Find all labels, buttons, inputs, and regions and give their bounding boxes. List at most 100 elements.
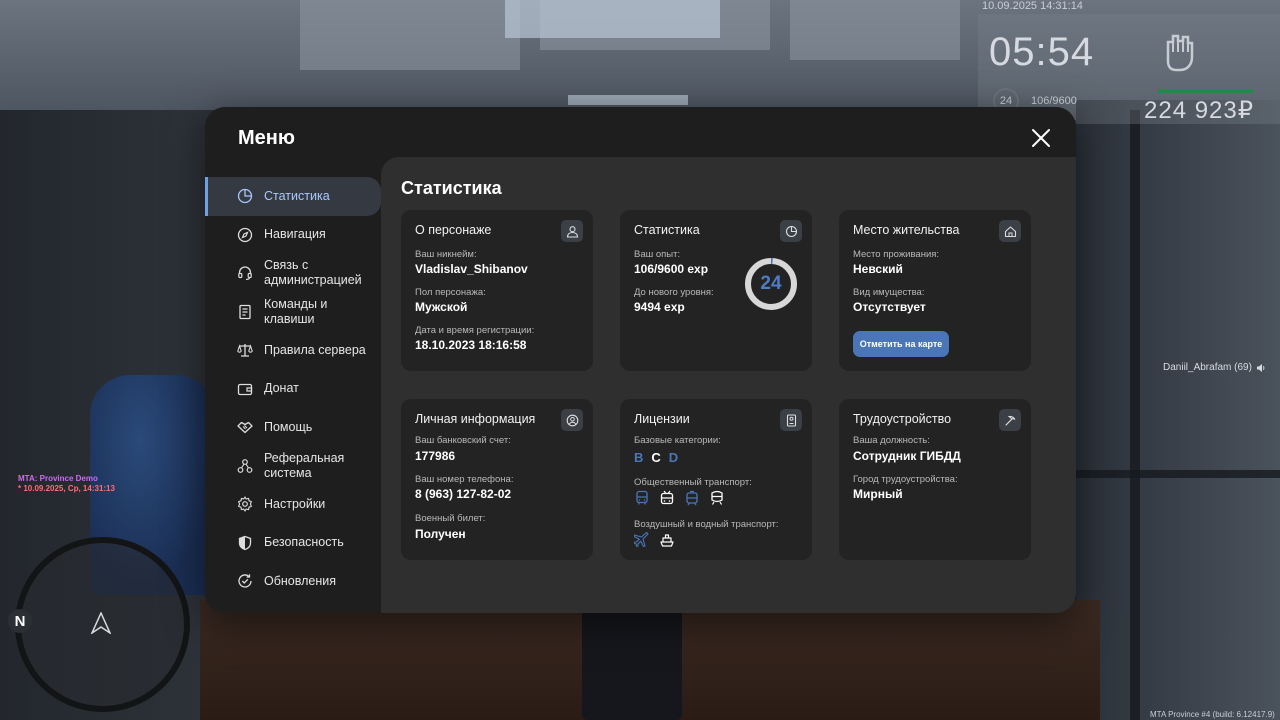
hud-clock: 05:54 — [989, 30, 1095, 74]
card-title: Место жительства — [853, 223, 960, 237]
sidebar-item-label: Статистика — [264, 188, 330, 203]
sidebar-item-navigation[interactable]: Навигация — [205, 216, 381, 255]
player-nametag: Daniil_Abrafam (69) — [1163, 362, 1266, 373]
server-datetime: * 10.09.2025, Ср, 14:31:13 — [18, 484, 115, 493]
gender-label: Пол персонажа: — [415, 287, 486, 298]
licenses-card: Лицензии Базовые категории: B C D Общест… — [620, 399, 812, 560]
sidebar-item-label: Навигация — [264, 227, 326, 242]
card-icon — [780, 220, 802, 242]
hud-datetime: 10.09.2025 14:31:14 — [982, 0, 1083, 12]
pickaxe-icon — [1004, 415, 1015, 426]
license-category-d: D — [668, 450, 679, 465]
stats-card: Статистика Ваш опыт: 106/9600 exp До нов… — [620, 210, 812, 371]
minimap-north: N — [8, 609, 32, 633]
employment-card: Трудоустройство Ваша должность: Сотрудни… — [839, 399, 1031, 560]
bank-account-value: 177986 — [415, 449, 456, 463]
level-number: 24 — [760, 273, 782, 294]
job-city-label: Город трудоустройства: — [853, 474, 958, 485]
shield-icon — [238, 535, 252, 550]
exp-label: Ваш опыт: — [634, 249, 681, 260]
window-bar — [1076, 470, 1280, 478]
sidebar-item-label: Связь с администрацией — [264, 258, 362, 288]
user-circle-icon — [566, 414, 578, 426]
hud-exp: 106/9600 — [1031, 95, 1077, 107]
registration-value: 18.10.2023 18:16:58 — [415, 338, 527, 352]
home-icon — [1004, 225, 1016, 237]
sidebar-item-donate[interactable]: Донат — [205, 370, 381, 409]
phone-label: Ваш номер телефона: — [415, 474, 514, 485]
trolleybus-icon — [660, 490, 674, 505]
job-city-value: Мирный — [853, 487, 903, 501]
license-category-b: B — [634, 450, 644, 465]
menu-title: Меню — [238, 127, 295, 149]
page-title: Статистика — [401, 178, 502, 198]
content-panel: Статистика О персонаже Ваш никнейм: Vlad… — [381, 157, 1076, 613]
server-name: MTA: Province Demo — [18, 474, 98, 483]
ceiling-light — [505, 0, 720, 38]
close-icon[interactable] — [1027, 124, 1055, 152]
sidebar-nav: Статистика Навигация Связь с администрац… — [205, 177, 381, 601]
license-category-c: C — [651, 450, 661, 465]
sidebar-item-contact-admin[interactable]: Связь с администрацией — [205, 254, 381, 293]
nickname-value: Vladislav_Shibanov — [415, 262, 528, 276]
player-legs — [582, 610, 682, 720]
license-card-icon — [786, 413, 796, 427]
scales-icon — [237, 344, 253, 357]
card-icon — [780, 409, 802, 431]
card-icon — [999, 220, 1021, 242]
ceiling-light — [568, 95, 688, 105]
sidebar-item-label: Безопасность — [264, 535, 344, 550]
card-title: Статистика — [634, 223, 700, 237]
residence-place-label: Место проживания: — [853, 249, 940, 260]
next-level-label: До нового уровня: — [634, 287, 714, 298]
refresh-check-icon — [238, 574, 252, 588]
registration-label: Дата и время регистрации: — [415, 325, 535, 336]
residence-place-value: Невский — [853, 262, 903, 276]
compass-icon — [237, 227, 253, 242]
card-title: О персонаже — [415, 223, 492, 237]
sidebar-item-security[interactable]: Безопасность — [205, 524, 381, 563]
personal-info-card: Личная информация Ваш банковский счет: 1… — [401, 399, 593, 560]
card-title: Личная информация — [415, 412, 536, 426]
sidebar-item-label: Команды и клавиши — [264, 296, 328, 326]
gender-value: Мужской — [415, 300, 468, 314]
sidebar-item-label: Реферальная система — [264, 450, 345, 480]
residence-card: Место жительства Место проживания: Невск… — [839, 210, 1031, 371]
sidebar-item-label: Обновления — [264, 573, 336, 588]
sidebar-item-updates[interactable]: Обновления — [205, 562, 381, 601]
phone-value: 8 (963) 127-82-02 — [415, 487, 512, 501]
ceiling-panel — [300, 0, 520, 70]
player-name: Daniil_Abrafam (69) — [1163, 362, 1252, 373]
sidebar-item-statistics[interactable]: Статистика — [205, 177, 381, 216]
nickname-label: Ваш никнейм: — [415, 249, 477, 260]
sidebar-item-rules[interactable]: Правила сервера — [205, 331, 381, 370]
network-icon — [237, 458, 253, 473]
exp-value: 106/9600 exp — [634, 262, 709, 276]
sidebar-item-commands[interactable]: Команды и клавиши — [205, 293, 381, 332]
card-icon — [561, 220, 583, 242]
property-label: Вид имущества: — [853, 287, 925, 298]
base-categories-label: Базовые категории: — [634, 435, 721, 446]
bus-icon — [636, 490, 648, 505]
airplane-icon — [634, 532, 649, 548]
next-level-value: 9494 exp — [634, 300, 685, 314]
handshake-icon — [237, 422, 253, 434]
sidebar-item-help[interactable]: Помощь — [205, 408, 381, 447]
mark-on-map-button[interactable]: Отметить на карте — [853, 331, 949, 357]
headset-icon — [238, 266, 252, 281]
health-bar — [1158, 89, 1253, 93]
sidebar-item-settings[interactable]: Настройки — [205, 485, 381, 524]
card-icon — [999, 409, 1021, 431]
sidebar-item-label: Настройки — [264, 496, 326, 511]
sidebar-item-referral[interactable]: Реферальная система — [205, 447, 381, 486]
menu-window: Меню Статистика Навигация Связь с админи… — [205, 107, 1076, 613]
job-position-label: Ваша должность: — [853, 435, 930, 446]
public-transport-label: Общественный транспорт: — [634, 477, 752, 488]
card-icon — [561, 409, 583, 431]
air-water-transport-icons — [634, 532, 675, 548]
wallet-icon — [237, 383, 253, 395]
window-bar — [1130, 110, 1140, 720]
sidebar-item-label: Правила сервера — [264, 342, 366, 357]
speaker-icon — [1256, 363, 1265, 372]
sidebar-item-label: Донат — [264, 381, 299, 396]
